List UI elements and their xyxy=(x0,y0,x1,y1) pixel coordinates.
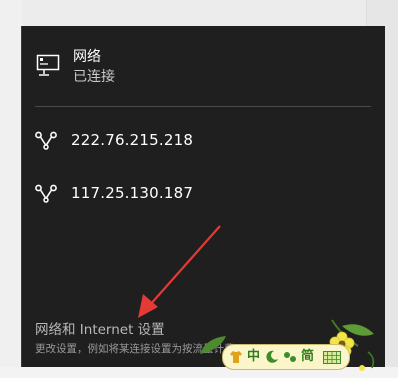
keyboard-icon[interactable] xyxy=(323,351,341,364)
shirt-icon[interactable] xyxy=(229,350,243,364)
ime-simplified-label[interactable]: 简 xyxy=(301,348,314,366)
punctuation-icon[interactable] xyxy=(283,350,297,364)
background-top xyxy=(22,0,366,26)
ime-status-pill[interactable]: 中 简 xyxy=(222,344,350,370)
background-left xyxy=(0,0,22,367)
moon-icon[interactable] xyxy=(265,350,279,364)
ime-toolbar: 中 简 xyxy=(192,316,380,378)
ime-mode-label[interactable]: 中 xyxy=(247,348,260,366)
network-flyout: 网络 已连接 222.76.215.218 117.25.130.187 网络和… xyxy=(22,26,385,371)
